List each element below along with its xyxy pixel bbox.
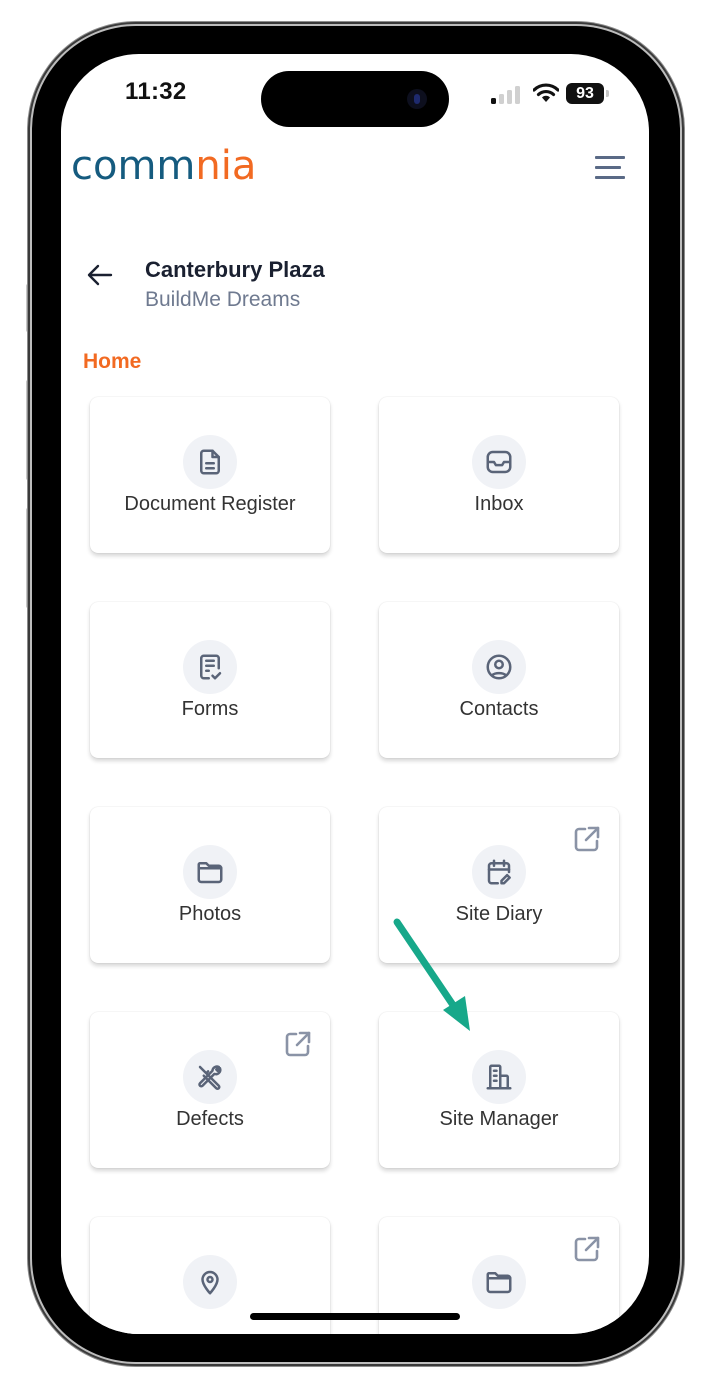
battery-tip (606, 90, 609, 97)
folder-icon (472, 1255, 526, 1309)
tile-label: Site Diary (455, 903, 543, 925)
tile-label: Contacts (459, 698, 539, 720)
map-pin-icon (183, 1255, 237, 1309)
tile-photos[interactable]: Photos (90, 807, 330, 963)
inbox-icon (472, 435, 526, 489)
user-circle-icon (472, 640, 526, 694)
external-link-icon[interactable] (571, 1233, 603, 1265)
camera-icon (407, 89, 427, 109)
hamburger-menu-icon[interactable] (595, 154, 629, 180)
logo-part-orange: nia (195, 143, 257, 189)
logo-part-blue: comm (71, 143, 196, 189)
tile-defects[interactable]: Defects (90, 1012, 330, 1168)
tile-label: Defects (176, 1108, 244, 1130)
building-icon (472, 1050, 526, 1104)
status-time: 11:32 (125, 78, 187, 105)
form-check-icon (183, 640, 237, 694)
arrow-left-icon[interactable] (85, 260, 115, 290)
tools-icon (183, 1050, 237, 1104)
tile-contacts[interactable]: Contacts (379, 602, 619, 758)
dynamic-island (261, 71, 449, 127)
tile-label: Inbox (474, 493, 524, 515)
tile-document-register[interactable]: Document Register (90, 397, 330, 553)
signal-icon (491, 86, 523, 104)
tile-forms[interactable]: Forms (90, 602, 330, 758)
tile-inbox[interactable]: Inbox (379, 397, 619, 553)
tile-label: Photos (178, 903, 242, 925)
calendar-edit-icon (472, 845, 526, 899)
home-indicator[interactable] (250, 1313, 460, 1320)
tile-label: Forms (181, 698, 239, 720)
app-screen: 11:32 93 commnia Canterbury Plaza BuildM… (61, 54, 649, 1334)
battery-icon: 93 (566, 83, 604, 104)
device-mockup: 11:32 93 commnia Canterbury Plaza BuildM… (0, 0, 708, 1393)
wifi-icon (533, 83, 559, 102)
commnia-logo: commnia (71, 146, 256, 186)
section-label-home: Home (83, 350, 142, 373)
external-link-icon[interactable] (571, 823, 603, 855)
tile-site-manager[interactable]: Site Manager (379, 1012, 619, 1168)
tile-label: Site Manager (439, 1108, 559, 1130)
external-link-icon[interactable] (282, 1028, 314, 1060)
project-title: Canterbury Plaza (145, 257, 325, 282)
tile-site-diary[interactable]: Site Diary (379, 807, 619, 963)
folder-icon (183, 845, 237, 899)
document-icon (183, 435, 237, 489)
project-company: BuildMe Dreams (145, 288, 301, 311)
tile-label: Document Register (124, 493, 296, 515)
